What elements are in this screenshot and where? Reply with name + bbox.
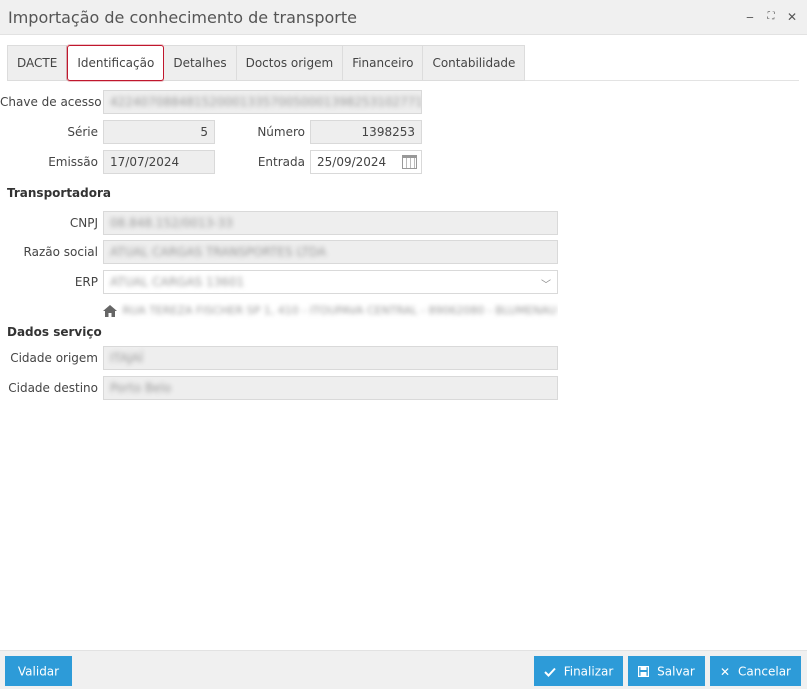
- cancelar-label: Cancelar: [738, 664, 791, 679]
- numero-label: Número: [257, 125, 305, 139]
- validar-button[interactable]: Validar: [5, 656, 72, 686]
- address-text: RUA TEREZA FISCHER SP 1, 410 - ITOUPAVA …: [122, 304, 559, 317]
- razao-label: Razão social: [23, 245, 98, 259]
- tab-financeiro[interactable]: Financeiro: [343, 45, 424, 81]
- destino-value: Porto Belo: [110, 381, 172, 395]
- serie-field[interactable]: 5: [103, 120, 215, 144]
- entrada-label: Entrada: [257, 155, 305, 169]
- entrada-field[interactable]: 25/09/2024: [310, 150, 422, 174]
- razao-field[interactable]: ATUAL CARGAS TRANSPORTES LTDA: [103, 240, 558, 264]
- servico-section-title: Dados serviço: [7, 325, 102, 339]
- calendar-icon[interactable]: [402, 155, 417, 169]
- tab-detalhes[interactable]: Detalhes: [164, 45, 237, 81]
- cnpj-value: 08.848.152/0013-33: [110, 216, 233, 230]
- transportadora-address: RUA TEREZA FISCHER SP 1, 410 - ITOUPAVA …: [103, 302, 558, 320]
- maximize-icon[interactable]: ⛶: [763, 9, 779, 25]
- erp-select[interactable]: ATUAL CARGAS 13601 ﹀: [103, 270, 558, 294]
- chave-value: 4224070884815200013357005000139825310277…: [110, 95, 422, 109]
- entrada-value: 25/09/2024: [317, 155, 387, 169]
- cnpj-field[interactable]: 08.848.152/0013-33: [103, 211, 558, 235]
- serie-label: Série: [67, 125, 98, 139]
- tab-dacte[interactable]: DACTE: [7, 45, 68, 81]
- tab-contabilidade[interactable]: Contabilidade: [423, 45, 526, 81]
- erp-value: ATUAL CARGAS 13601: [110, 275, 245, 289]
- tab-identificacao[interactable]: Identificação: [67, 45, 165, 81]
- check-icon: [543, 667, 556, 677]
- razao-value: ATUAL CARGAS TRANSPORTES LTDA: [110, 245, 327, 259]
- origem-field[interactable]: ITAJAÍ: [103, 346, 558, 370]
- erp-label: ERP: [74, 275, 98, 289]
- cnpj-label: CNPJ: [69, 216, 98, 230]
- close-icon: ✕: [719, 664, 731, 679]
- transportadora-section-title: Transportadora: [7, 186, 112, 200]
- footer-bar: Validar Finalizar Salvar ✕ Cancelar: [0, 650, 807, 689]
- destino-label: Cidade destino: [8, 381, 98, 395]
- tab-doctos-origem[interactable]: Doctos origem: [236, 45, 344, 81]
- chave-label: Chave de acesso: [0, 95, 102, 109]
- home-icon: [103, 305, 117, 317]
- numero-field[interactable]: 1398253: [310, 120, 422, 144]
- cancelar-button[interactable]: ✕ Cancelar: [710, 656, 801, 686]
- destino-field[interactable]: Porto Belo: [103, 376, 558, 400]
- chave-field[interactable]: 4224070884815200013357005000139825310277…: [103, 90, 422, 114]
- emissao-label: Emissão: [48, 155, 98, 169]
- finalizar-button[interactable]: Finalizar: [534, 656, 623, 686]
- salvar-button[interactable]: Salvar: [628, 656, 705, 686]
- window-title: Importação de conhecimento de transporte: [8, 8, 357, 27]
- chevron-down-icon[interactable]: ﹀: [541, 275, 551, 293]
- window-titlebar: Importação de conhecimento de transporte…: [0, 0, 807, 35]
- tab-bar: DACTE Identificação Detalhes Doctos orig…: [7, 45, 526, 81]
- floppy-icon: [638, 666, 650, 677]
- salvar-label: Salvar: [657, 664, 695, 679]
- validar-label: Validar: [17, 664, 60, 679]
- minimize-icon[interactable]: ‒: [742, 9, 758, 25]
- finalizar-label: Finalizar: [563, 664, 614, 679]
- origem-label: Cidade origem: [10, 351, 98, 365]
- close-icon[interactable]: ✕: [784, 9, 800, 25]
- emissao-field[interactable]: 17/07/2024: [103, 150, 215, 174]
- origem-value: ITAJAÍ: [110, 351, 144, 365]
